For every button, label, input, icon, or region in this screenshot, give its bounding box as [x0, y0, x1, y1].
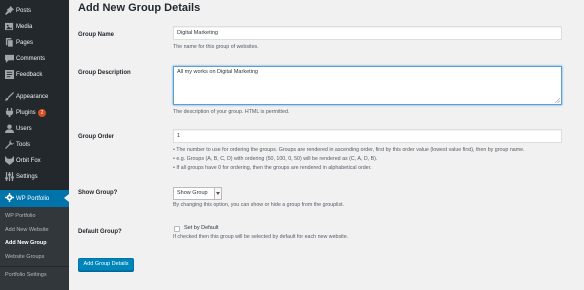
pin-icon: [4, 5, 14, 16]
group-description-value: All my works on Digital Marketing: [177, 69, 258, 75]
sidebar-item-label: Posts: [16, 8, 32, 14]
submenu-item-add-new-website[interactable]: Add New Website: [5, 227, 49, 233]
sidebar-item-label: WP Portfolio: [16, 195, 50, 202]
sidebar-item-label: Comments: [16, 56, 46, 62]
submenu-item-portfolio-settings[interactable]: Portfolio Settings: [5, 272, 47, 278]
feedback-icon: [4, 69, 14, 80]
default-group-label: Default Group?: [78, 229, 122, 235]
sidebar-item-users[interactable]: Users: [0, 121, 69, 137]
submenu-divider: [0, 266, 69, 267]
sidebar-item-label: Media: [16, 24, 33, 30]
sidebar-item-settings[interactable]: Settings: [0, 169, 69, 185]
group-name-help: The name for this group of websites.: [173, 44, 259, 50]
sidebar-item-plugins[interactable]: Plugins 2: [0, 105, 69, 121]
show-group-selected-value: Show Group: [177, 190, 208, 196]
plugins-icon: [4, 107, 14, 118]
submenu-item-add-new-group[interactable]: Add New Group: [5, 240, 47, 246]
show-group-help: By changing this option, you can show or…: [173, 202, 345, 208]
show-group-label: Show Group?: [78, 190, 118, 196]
group-order-help-line: • If all groups have 0 for ordering, the…: [173, 165, 372, 171]
sidebar-item-label: Settings: [16, 174, 38, 180]
sidebar-item-label: Users: [16, 126, 32, 132]
show-group-select[interactable]: Show Group: [173, 187, 222, 200]
orbitfox-icon: [4, 155, 14, 166]
group-order-input[interactable]: 1: [173, 129, 562, 143]
sidebar-item-media[interactable]: Media: [0, 19, 69, 35]
group-description-help: The description of your group. HTML is p…: [173, 109, 290, 115]
comments-icon: [4, 53, 14, 64]
sidebar-item-comments[interactable]: Comments: [0, 51, 69, 67]
sidebar-item-label: Tools: [16, 142, 31, 148]
sidebar-item-orbit-fox[interactable]: Orbit Fox: [0, 153, 69, 169]
group-name-label: Group Name: [78, 32, 115, 38]
sidebar-item-label: Appearance: [16, 94, 49, 100]
resize-grip-icon[interactable]: [555, 98, 560, 103]
set-by-default-checkbox[interactable]: [174, 226, 180, 232]
group-order-label: Group Order: [78, 134, 115, 140]
users-icon: [4, 123, 14, 134]
sidebar-item-tools[interactable]: Tools: [0, 137, 69, 153]
sidebar-item-label: Feedback: [16, 72, 43, 78]
page-title: Add New Group Details: [78, 2, 201, 14]
media-icon: [4, 21, 14, 32]
chevron-down-icon: [214, 188, 221, 199]
group-name-input[interactable]: Digital Marketing: [173, 26, 562, 40]
appearance-icon: [4, 91, 14, 102]
gear-icon: [4, 192, 14, 203]
sidebar-item-posts[interactable]: Posts: [0, 3, 69, 19]
sidebar-item-appearance[interactable]: Appearance: [0, 89, 69, 105]
submenu-item-website-groups[interactable]: Website Groups: [5, 254, 44, 260]
settings-icon: [4, 171, 14, 182]
admin-sidebar: Posts Media Pages Comments Feedback Appe…: [0, 0, 69, 290]
pages-icon: [4, 37, 14, 48]
sidebar-item-wp-portfolio[interactable]: WP Portfolio: [0, 190, 69, 207]
group-description-textarea[interactable]: All my works on Digital Marketing: [173, 66, 562, 105]
group-order-help-line: • e.g. Groups (A, B, C, D) with ordering…: [173, 156, 378, 162]
group-description-label: Group Description: [78, 70, 131, 76]
add-group-details-button[interactable]: Add Group Details: [78, 258, 134, 271]
sidebar-item-feedback[interactable]: Feedback: [0, 67, 69, 83]
wp-portfolio-submenu: WP Portfolio Add New Website Add New Gro…: [0, 207, 69, 290]
submenu-item-wp-portfolio[interactable]: WP Portfolio: [5, 213, 35, 219]
sidebar-item-pages[interactable]: Pages: [0, 35, 69, 51]
sidebar-item-label: Orbit Fox: [16, 158, 41, 164]
update-count-badge: 2: [38, 109, 46, 117]
sidebar-item-label: Pages: [16, 40, 34, 46]
set-by-default-label[interactable]: Set by Default: [184, 225, 219, 231]
group-order-help-line: • The number to use for ordering the gro…: [173, 147, 525, 153]
tools-icon: [4, 139, 14, 150]
default-group-help: If checked then this group will be selec…: [173, 234, 349, 240]
sidebar-item-label: Plugins: [16, 110, 36, 116]
